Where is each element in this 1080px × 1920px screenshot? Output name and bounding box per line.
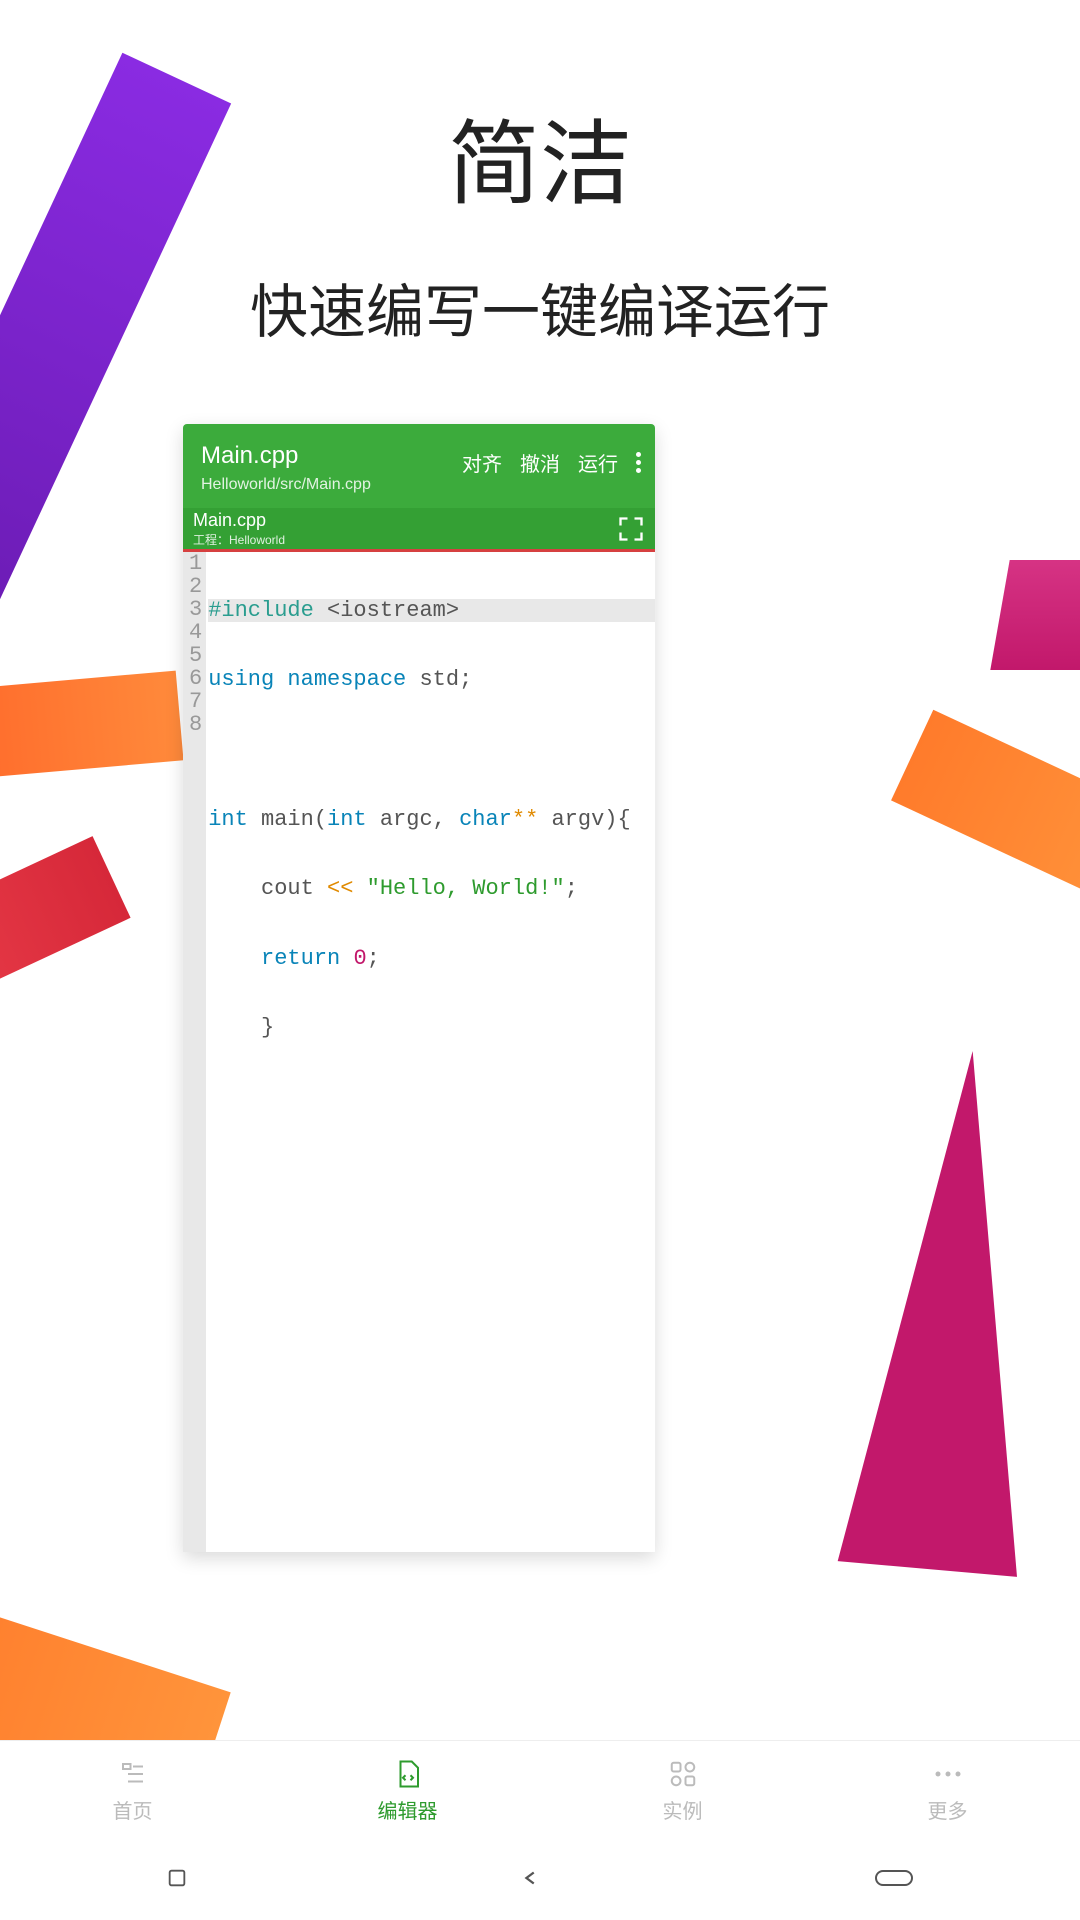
expand-icon[interactable] xyxy=(617,515,645,543)
align-button[interactable]: 对齐 xyxy=(462,448,502,477)
code-line xyxy=(208,738,655,761)
code-line: #include <iostream> xyxy=(208,599,655,622)
editor-filepath: Helloworld/src/Main.cpp xyxy=(201,476,371,494)
hero-subtitle: 快速编写一键编译运行 xyxy=(0,265,1080,349)
decor-magenta-triangle xyxy=(838,1043,1063,1577)
nav-label: 更多 xyxy=(928,1795,968,1824)
code-line: } xyxy=(208,1016,655,1039)
system-nav-bar xyxy=(0,1840,1080,1920)
code-area[interactable]: 1 2 3 4 5 6 7 8 #include <iostream> usin… xyxy=(183,552,655,1552)
home-icon xyxy=(118,1757,148,1791)
bottom-nav: 首页 编辑器 实例 更多 xyxy=(0,1740,1080,1840)
code-line: int main(int argc, char** argv){ xyxy=(208,808,655,831)
run-button[interactable]: 运行 xyxy=(578,448,618,477)
nav-examples[interactable]: 实例 xyxy=(663,1757,703,1824)
code-line: cout << "Hello, World!"; xyxy=(208,877,655,900)
hero-title: 简洁 xyxy=(0,90,1080,223)
line-number-gutter: 1 2 3 4 5 6 7 8 xyxy=(183,552,206,1552)
code-content[interactable]: #include <iostream> using namespace std;… xyxy=(206,552,655,1552)
editor-header: Main.cpp Helloworld/src/Main.cpp 对齐 撤消 运… xyxy=(183,424,655,508)
grid-icon xyxy=(668,1757,698,1791)
home-button[interactable] xyxy=(874,1867,914,1894)
undo-button[interactable]: 撤消 xyxy=(520,448,560,477)
nav-editor[interactable]: 编辑器 xyxy=(378,1757,438,1824)
decor-orange-right xyxy=(891,710,1080,911)
decor-orange-left xyxy=(0,671,184,780)
nav-label: 编辑器 xyxy=(378,1795,438,1824)
tab-project-label: 工程：Helloworld xyxy=(193,531,285,548)
decor-pink-right xyxy=(990,560,1080,670)
editor-card: Main.cpp Helloworld/src/Main.cpp 对齐 撤消 运… xyxy=(183,424,655,1552)
hero-section: 简洁 快速编写一键编译运行 xyxy=(0,0,1080,349)
decor-red-left xyxy=(0,836,131,994)
nav-label: 首页 xyxy=(113,1795,153,1824)
back-button[interactable] xyxy=(520,1867,542,1894)
more-icon xyxy=(933,1757,963,1791)
nav-home[interactable]: 首页 xyxy=(113,1757,153,1824)
code-file-icon xyxy=(393,1757,423,1791)
code-line: using namespace std; xyxy=(208,668,655,691)
nav-label: 实例 xyxy=(663,1795,703,1824)
overflow-menu-icon[interactable] xyxy=(636,452,641,473)
nav-more[interactable]: 更多 xyxy=(928,1757,968,1824)
editor-tab-bar: Main.cpp 工程：Helloworld xyxy=(183,508,655,552)
code-line: return 0; xyxy=(208,947,655,970)
recent-apps-button[interactable] xyxy=(166,1867,188,1894)
code-line xyxy=(208,1086,655,1109)
editor-filename: Main.cpp xyxy=(201,442,371,470)
tab-filename[interactable]: Main.cpp xyxy=(193,510,285,531)
